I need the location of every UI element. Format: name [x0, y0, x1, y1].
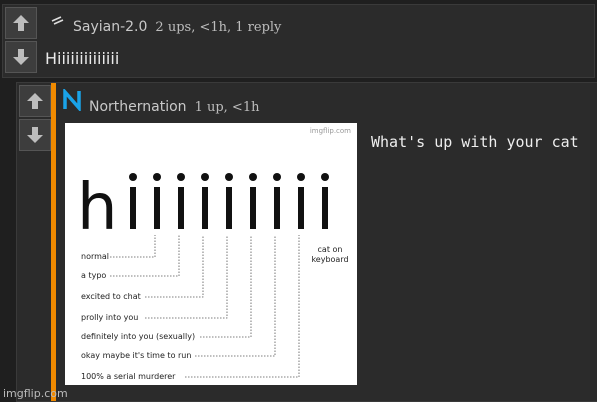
comment-text: What's up with your cat	[371, 133, 579, 151]
downvote-button[interactable]	[5, 41, 37, 73]
meme-label: prolly into you	[81, 313, 139, 322]
comment-thread-bar	[39, 5, 43, 77]
username-link[interactable]: Sayian-2.0	[73, 19, 147, 35]
meme-label: definitely into you (sexually)	[81, 332, 196, 341]
vote-column	[5, 7, 37, 75]
meme-label: 100% a serial murderer	[81, 372, 176, 381]
user-avatar-icon	[51, 16, 64, 25]
arrow-up-icon	[27, 93, 43, 109]
comment-text: Hiiiiiiiiiiiiii	[45, 49, 120, 68]
meme-label: excited to chat	[81, 292, 141, 301]
upvote-button[interactable]	[5, 7, 37, 39]
arrow-down-icon	[27, 127, 43, 143]
upvote-button[interactable]	[19, 85, 51, 117]
arrow-down-icon	[13, 49, 29, 65]
comment-sayian: Sayian-2.0 2 ups, <1h, 1 reply Hiiiiiiii…	[2, 4, 595, 78]
vote-column	[19, 85, 51, 153]
meme-big-h: h	[77, 171, 118, 245]
meme-image[interactable]: imgflip.com h normal a typo excited to c…	[65, 123, 357, 385]
imgflip-watermark: imgflip.com	[3, 387, 68, 400]
meme-label: a typo	[81, 271, 107, 280]
downvote-button[interactable]	[19, 119, 51, 151]
meme-label: okay maybe it's time to run	[81, 351, 192, 360]
arrow-up-icon	[13, 15, 29, 31]
user-avatar-icon	[63, 89, 81, 111]
reply-accent-bar	[51, 83, 56, 401]
meme-label: cat on keyboard	[311, 245, 349, 264]
username-link[interactable]: Northernation	[89, 99, 187, 115]
comment-northernation: Northernation 1 up, <1h imgflip.com h no…	[16, 82, 597, 402]
comment-meta: 2 ups, <1h, 1 reply	[155, 20, 282, 35]
comment-header: Northernation 1 up, <1h	[61, 89, 259, 115]
meme-i-letters	[129, 173, 329, 229]
meme-label: normal	[81, 252, 110, 261]
comment-header: Sayian-2.0 2 ups, <1h, 1 reply	[49, 13, 281, 35]
comment-meta: 1 up, <1h	[194, 100, 260, 115]
